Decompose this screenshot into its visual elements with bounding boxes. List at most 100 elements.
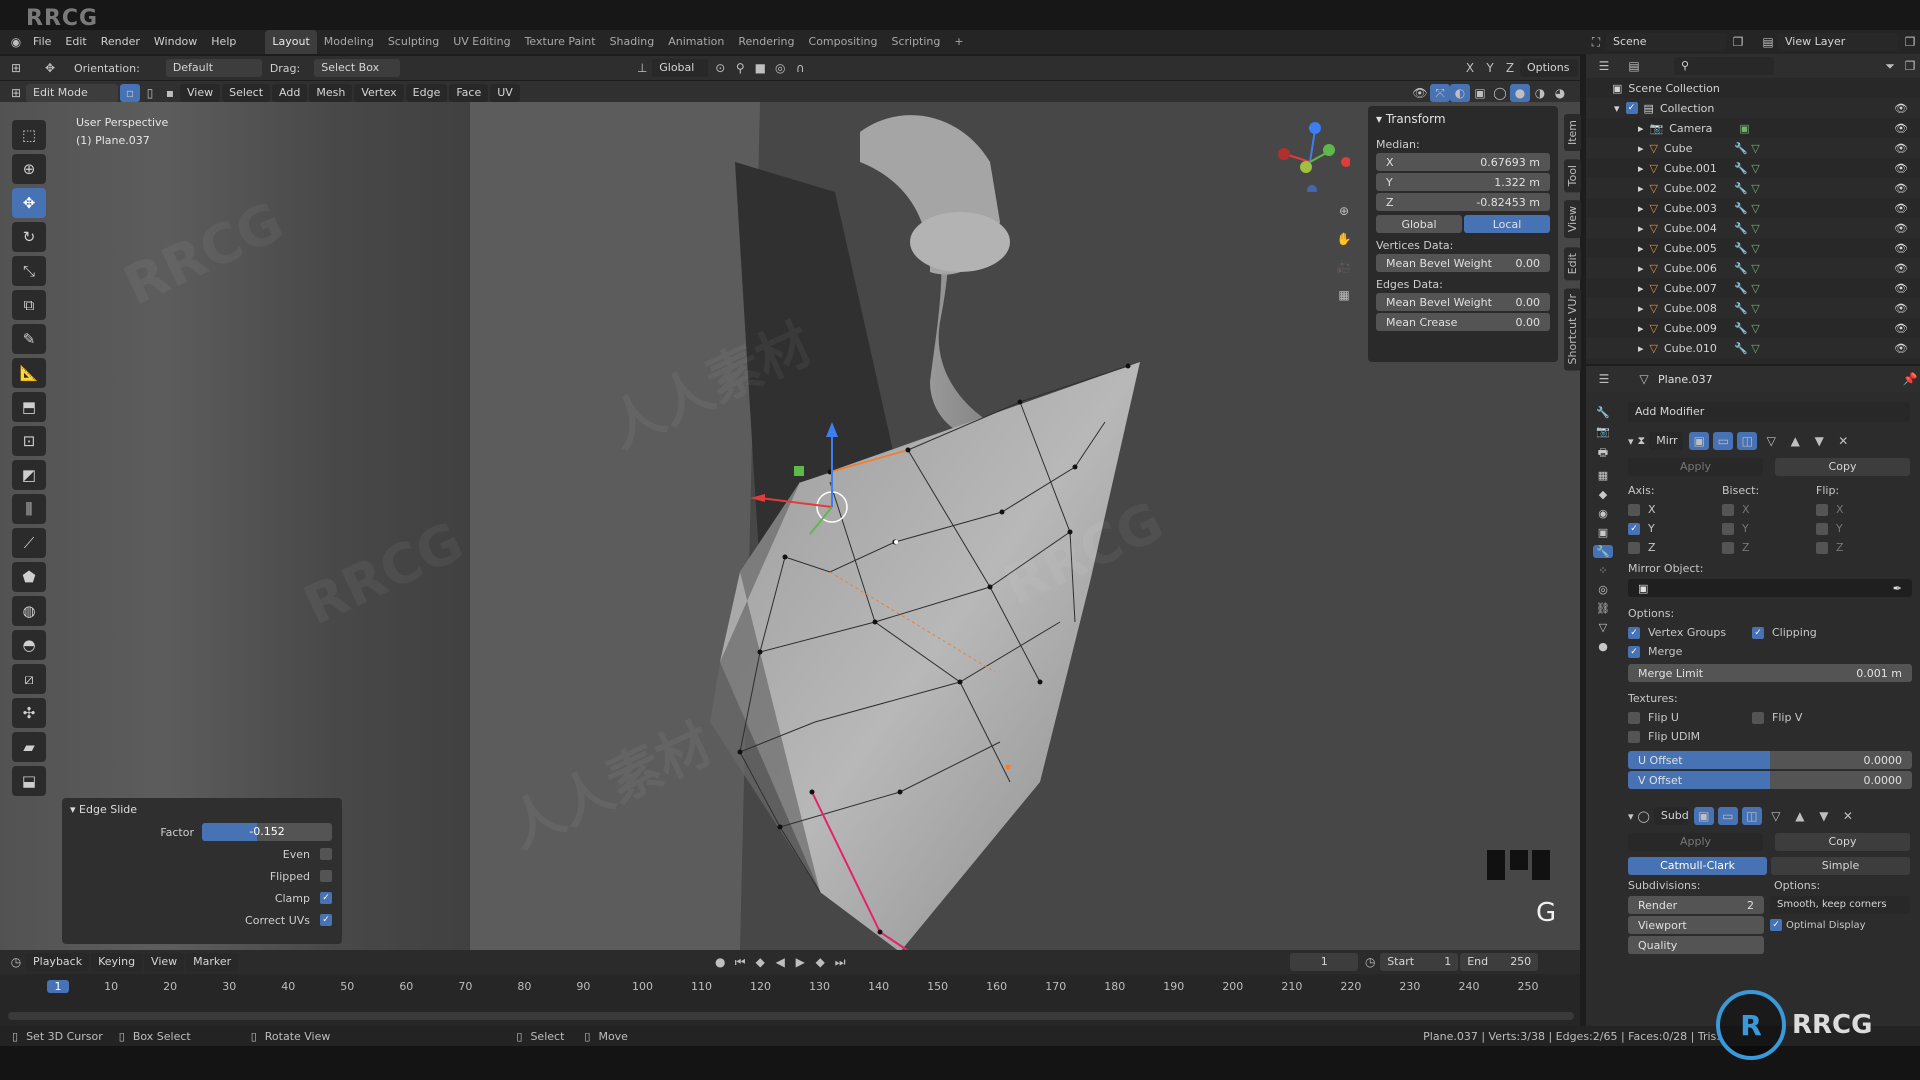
- edge-slide-collapse-icon[interactable]: ▾: [70, 803, 76, 816]
- vertex-select-icon[interactable]: ▫: [120, 84, 140, 102]
- inset-tool-icon[interactable]: ⊡: [12, 426, 46, 456]
- falloff-icon[interactable]: ∩: [790, 59, 810, 77]
- modifier-data-icon[interactable]: 🔧 ▽: [1734, 222, 1760, 235]
- camera-view-icon[interactable]: 🎥: [1334, 258, 1354, 276]
- mean-crease-field[interactable]: Mean Crease 0.00: [1376, 313, 1550, 331]
- outliner-item[interactable]: ▸ ▽ Cube.007 🔧 ▽ 👁: [1586, 278, 1920, 298]
- loop-cut-tool-icon[interactable]: ⫼: [12, 494, 46, 524]
- modifier-data-icon[interactable]: 🔧 ▽: [1734, 242, 1760, 255]
- tab-modeling[interactable]: Modeling: [317, 30, 381, 54]
- menu-select[interactable]: Select: [222, 84, 271, 102]
- tab-item[interactable]: Item: [1564, 114, 1581, 152]
- editor-type-icon[interactable]: ⊞: [6, 59, 26, 77]
- snap-target-icon[interactable]: ■: [750, 59, 770, 77]
- expand-chevron-icon[interactable]: ▸: [1638, 302, 1644, 315]
- modifier-data-icon[interactable]: 🔧 ▽: [1734, 182, 1760, 195]
- subsurf-realtime-icon[interactable]: ▭: [1717, 807, 1738, 825]
- constraints-props-icon[interactable]: ⛓: [1596, 602, 1610, 615]
- outliner-item[interactable]: ▸ ▽ Cube.003 🔧 ▽ 👁: [1586, 198, 1920, 218]
- solid-shading-icon[interactable]: ●: [1510, 84, 1530, 102]
- navigation-gizmo[interactable]: [1270, 112, 1350, 192]
- jump-start-icon[interactable]: ⏮: [730, 953, 750, 971]
- camera-data-icon[interactable]: ▣: [1739, 122, 1749, 135]
- subsurf-render-icon[interactable]: ▣: [1693, 807, 1714, 825]
- bisect-z-checkbox[interactable]: [1722, 541, 1734, 554]
- optimal-display-checkbox[interactable]: ✓: [1770, 919, 1782, 931]
- menu-render[interactable]: Render: [94, 30, 147, 54]
- mirror-realtime-icon[interactable]: ▭: [1713, 432, 1734, 450]
- eye-icon[interactable]: 👁: [1894, 202, 1908, 215]
- mirror-z-icon[interactable]: Z: [1500, 59, 1520, 77]
- modifier-data-icon[interactable]: 🔧 ▽: [1734, 162, 1760, 175]
- collection-row[interactable]: ▾ ✓ ▤ Collection 👁: [1586, 98, 1920, 118]
- viewport-levels-field[interactable]: Viewport: [1628, 916, 1764, 934]
- output-props-icon[interactable]: 🖶: [1598, 444, 1608, 463]
- modifier-data-icon[interactable]: 🔧 ▽: [1734, 302, 1760, 315]
- wireframe-shading-icon[interactable]: ◯: [1490, 84, 1510, 102]
- subsurf-editmode-icon[interactable]: ◫: [1741, 807, 1762, 825]
- data-props-icon[interactable]: ▽: [1599, 621, 1607, 634]
- view-layer-selector[interactable]: View Layer: [1778, 33, 1898, 51]
- properties-editor-icon[interactable]: ☰: [1594, 370, 1614, 388]
- view-layer-icon[interactable]: ▤: [1758, 33, 1778, 51]
- render-levels-field[interactable]: Render 2: [1628, 896, 1764, 914]
- face-select-icon[interactable]: ▪: [160, 84, 180, 102]
- outliner-item[interactable]: ▸ ▽ Cube.009 🔧 ▽ 👁: [1586, 318, 1920, 338]
- filter-icon[interactable]: ⏷: [1880, 57, 1900, 75]
- subsurf-name-field[interactable]: Subd: [1653, 807, 1689, 825]
- merge-limit-field[interactable]: Merge Limit 0.001 m: [1628, 664, 1912, 682]
- material-props-icon[interactable]: ●: [1598, 640, 1608, 653]
- clipping-checkbox[interactable]: ✓: [1752, 626, 1764, 639]
- rotate-tool-icon[interactable]: ↻: [12, 222, 46, 252]
- outliner-item[interactable]: ▸ ▽ Cube.002 🔧 ▽ 👁: [1586, 178, 1920, 198]
- mirror-apply-button[interactable]: Apply: [1628, 458, 1763, 476]
- outliner-item[interactable]: ▸ 📷 Camera ▣ 👁: [1586, 118, 1920, 138]
- catmull-clark-toggle[interactable]: Catmull-Clark: [1628, 857, 1767, 875]
- eye-icon[interactable]: 👁: [1894, 222, 1908, 235]
- orientation-dropdown[interactable]: Default: [165, 59, 262, 77]
- menu-window[interactable]: Window: [147, 30, 204, 54]
- tab-tool[interactable]: Tool: [1564, 159, 1581, 193]
- eye-icon[interactable]: 👁: [1894, 122, 1908, 135]
- outliner-item[interactable]: ▸ ▽ Cube.005 🔧 ▽ 👁: [1586, 238, 1920, 258]
- poly-build-tool-icon[interactable]: ⬟: [12, 562, 46, 592]
- jump-end-icon[interactable]: ⏭: [830, 953, 850, 971]
- select-box-tool-icon[interactable]: ⬚: [12, 120, 46, 150]
- expand-chevron-icon[interactable]: ▸: [1638, 342, 1644, 355]
- move-tool-button-icon[interactable]: ✥: [12, 188, 46, 218]
- eye-icon[interactable]: 👁: [1894, 242, 1908, 255]
- mirror-x-icon[interactable]: X: [1460, 59, 1480, 77]
- xray-icon[interactable]: ▣: [1470, 84, 1490, 102]
- subsurf-remove-icon[interactable]: ✕: [1838, 807, 1858, 825]
- preview-range-icon[interactable]: ◷: [1360, 953, 1380, 971]
- modifier-data-icon[interactable]: 🔧 ▽: [1734, 282, 1760, 295]
- new-scene-icon[interactable]: ❐: [1728, 33, 1748, 51]
- subsurf-cage-icon[interactable]: ▽: [1766, 807, 1786, 825]
- cursor-tool-icon[interactable]: ⊕: [12, 154, 46, 184]
- shrink-fatten-tool-icon[interactable]: ✣: [12, 698, 46, 728]
- smooth-tool-icon[interactable]: ◓: [12, 630, 46, 660]
- flip-z-checkbox[interactable]: [1816, 541, 1828, 554]
- tab-layout[interactable]: Layout: [265, 30, 317, 54]
- expand-chevron-icon[interactable]: ▸: [1638, 182, 1644, 195]
- axis-x-checkbox[interactable]: [1628, 503, 1640, 516]
- expand-chevron-icon[interactable]: ▸: [1638, 262, 1644, 275]
- flip-udim-checkbox[interactable]: [1628, 730, 1640, 743]
- proportional-edit-icon[interactable]: ◎: [770, 59, 790, 77]
- median-y-field[interactable]: Y 1.322 m: [1376, 173, 1550, 191]
- menu-edit[interactable]: Edit: [58, 30, 93, 54]
- transform-tool-icon[interactable]: ⧉: [12, 290, 46, 320]
- overlay-toggle-icon[interactable]: ◐: [1450, 84, 1470, 102]
- knife-tool-icon[interactable]: ⟋: [12, 528, 46, 558]
- axis-z-checkbox[interactable]: [1628, 541, 1640, 554]
- playback-menu[interactable]: Playback: [26, 953, 90, 971]
- new-view-layer-icon[interactable]: ❐: [1900, 33, 1920, 51]
- object-props-icon[interactable]: ▣: [1598, 526, 1608, 539]
- local-toggle[interactable]: Local: [1464, 215, 1550, 233]
- subsurf-collapse-icon[interactable]: ▾: [1628, 810, 1634, 823]
- tab-shortcut-vur[interactable]: Shortcut VUr: [1564, 287, 1581, 371]
- mirror-copy-button[interactable]: Copy: [1775, 458, 1910, 476]
- pan-hand-icon[interactable]: ✋: [1334, 230, 1354, 248]
- scene-props-icon[interactable]: ◆: [1599, 488, 1607, 501]
- shear-tool-icon[interactable]: ▰: [12, 732, 46, 762]
